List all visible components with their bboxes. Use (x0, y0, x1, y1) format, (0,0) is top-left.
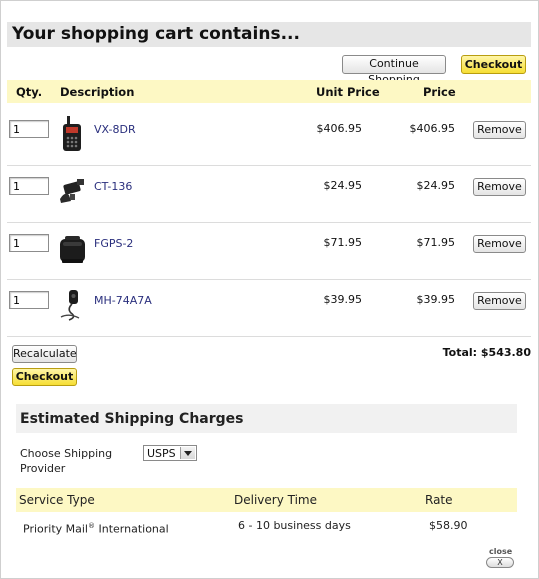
quantity-input[interactable] (9, 120, 49, 138)
shipping-section-title: Estimated Shipping Charges (16, 404, 517, 433)
handheld-radio-icon (63, 116, 81, 151)
quantity-input[interactable] (9, 291, 49, 309)
table-row: VX-8DR $406.95 $406.95 Remove (7, 108, 531, 166)
recalculate-button[interactable]: Recalculate (12, 345, 77, 363)
service-suffix: International (95, 522, 169, 536)
price-column-header: Price (423, 85, 456, 99)
quantity-input[interactable] (9, 234, 49, 252)
remove-button[interactable]: Remove (473, 235, 526, 253)
cart-table-header: Qty. Description Unit Price Price (7, 80, 531, 103)
delivery-time-header: Delivery Time (234, 493, 317, 507)
unit-price: $406.95 (316, 122, 363, 135)
shipping-provider-select[interactable]: USPS (143, 445, 197, 461)
chevron-down-icon[interactable] (180, 447, 195, 459)
adapter-icon (60, 179, 84, 203)
checkout-button-top[interactable]: Checkout (461, 55, 526, 74)
product-name[interactable]: VX-8DR (94, 123, 136, 136)
shipping-provider-value: USPS (147, 447, 176, 460)
unit-price: $24.95 (323, 179, 363, 192)
delivery-time: 6 - 10 business days (238, 519, 351, 532)
close-button[interactable]: X (486, 557, 514, 568)
line-price: $39.95 (416, 293, 456, 306)
product-name[interactable]: CT-136 (94, 180, 132, 193)
remove-button[interactable]: Remove (473, 121, 526, 139)
remove-button[interactable]: Remove (473, 292, 526, 310)
total-label: Total: (442, 346, 478, 359)
table-row: FGPS-2 $71.95 $71.95 Remove (7, 222, 531, 280)
qty-column-header: Qty. (16, 85, 43, 99)
line-price: $24.95 (416, 179, 456, 192)
shipping-rate: $58.90 (429, 519, 468, 532)
quantity-input[interactable] (9, 177, 49, 195)
line-price: $71.95 (416, 236, 456, 249)
table-row: CT-136 $24.95 $24.95 Remove (7, 165, 531, 223)
gps-unit-icon (60, 236, 85, 263)
service-name: Priority Mail (23, 522, 88, 536)
checkout-button-bottom[interactable]: Checkout (12, 368, 77, 386)
line-price: $406.95 (409, 122, 456, 135)
continue-shopping-button[interactable]: Continue Shopping (342, 55, 446, 86)
total-value: $543.80 (480, 346, 531, 359)
registered-mark: ® (88, 522, 95, 530)
service-type: Priority Mail® International (23, 522, 169, 536)
shipping-table-header: Service Type Delivery Time Rate (16, 488, 517, 512)
remove-button[interactable]: Remove (473, 178, 526, 196)
unit-price: $71.95 (323, 236, 363, 249)
cart-title-bar: Your shopping cart contains... (7, 22, 531, 47)
close-label: close (489, 547, 513, 556)
product-name[interactable]: MH-74A7A (94, 294, 152, 307)
shipping-title: Estimated Shipping Charges (20, 411, 244, 427)
table-row: MH-74A7A $39.95 $39.95 Remove (7, 279, 531, 337)
service-type-header: Service Type (19, 493, 95, 507)
rate-header: Rate (425, 493, 453, 507)
page-title: Your shopping cart contains... (12, 24, 300, 44)
unit-price-column-header: Unit Price (316, 85, 380, 99)
shipping-provider-label: Choose Shipping Provider (20, 447, 113, 475)
product-name[interactable]: FGPS-2 (94, 237, 133, 250)
speaker-mic-icon (60, 290, 80, 321)
order-total: Total: $543.80 (443, 346, 531, 359)
description-column-header: Description (60, 85, 135, 99)
unit-price: $39.95 (323, 293, 363, 306)
